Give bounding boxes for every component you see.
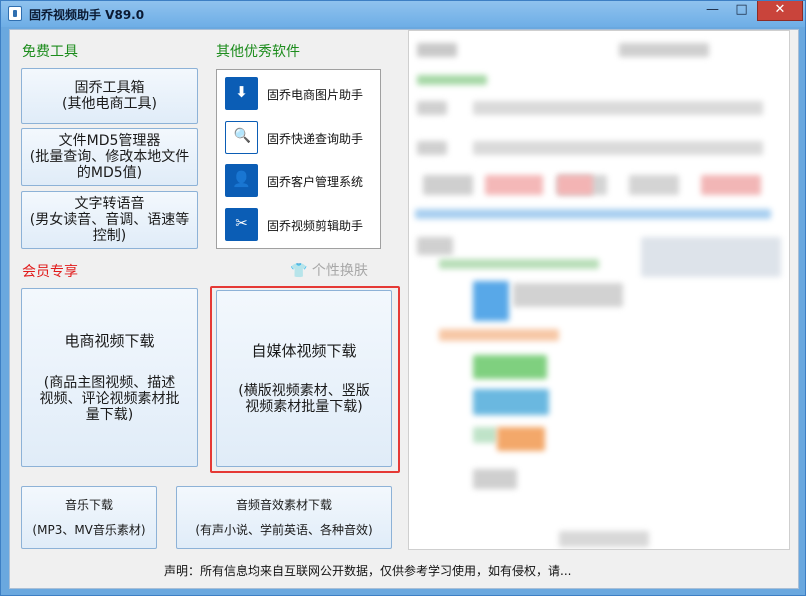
blur-block — [557, 175, 593, 195]
button-label: 音频音效素材下载 — [235, 497, 332, 512]
skin-button[interactable]: 👕 个性换肤 — [290, 260, 368, 280]
free-tools-title: 免费工具 — [22, 44, 78, 60]
other-software-title: 其他优秀软件 — [216, 44, 300, 60]
software-label: 固乔快递查询助手 — [267, 132, 364, 146]
blur-block — [439, 329, 559, 341]
skin-label: 个性换肤 — [311, 263, 368, 279]
software-item-customer[interactable]: 👤 固乔客户管理系统 — [217, 161, 380, 201]
button-sublabel: (其他电商工具) — [62, 96, 157, 112]
blur-block — [417, 141, 447, 155]
blur-block — [497, 427, 545, 451]
blur-block — [415, 209, 771, 219]
blur-block — [619, 43, 709, 57]
button-label: 音乐下载 — [64, 497, 113, 512]
blur-block — [629, 175, 679, 195]
blur-block — [473, 101, 763, 115]
blur-block — [701, 175, 761, 195]
close-button[interactable]: ✕ — [757, 1, 803, 21]
app-icon — [8, 6, 22, 21]
disclaimer-text: 声明：所有信息均来自互联网公开数据，仅供参考学习使用，如有侵权，请... — [164, 564, 572, 578]
blur-block — [473, 355, 547, 379]
button-sublabel: 的MD5值) — [76, 165, 143, 181]
window-title: 固乔视频助手 V89.0 — [29, 8, 145, 22]
button-label: 文件MD5管理器 — [58, 133, 161, 149]
tshirt-icon: 👕 — [290, 263, 308, 279]
button-sublabel: (男女读音、音调、语速等 — [29, 212, 190, 228]
button-sublabel: 控制) — [92, 228, 127, 244]
blur-block — [417, 237, 453, 255]
main-content: 免费工具 固乔工具箱 (其他电商工具) 文件MD5管理器 (批量查询、修改本地文… — [9, 29, 799, 589]
blur-block — [439, 259, 599, 269]
software-label: 固乔客户管理系统 — [267, 175, 364, 189]
software-label: 固乔电商图片助手 — [267, 88, 364, 102]
text-to-speech-button[interactable]: 文字转语音 (男女读音、音调、语速等 控制) — [21, 191, 198, 249]
blur-block — [559, 531, 649, 547]
button-desc: 视频素材批量下载) — [245, 398, 363, 415]
blur-block — [473, 141, 763, 155]
blur-block — [513, 283, 623, 307]
customer-icon: 👤 — [225, 164, 258, 197]
express-search-icon: 🔍 — [225, 121, 258, 154]
md5-manager-button[interactable]: 文件MD5管理器 (批量查询、修改本地文件 的MD5值) — [21, 128, 198, 186]
button-label: 固乔工具箱 — [74, 80, 145, 96]
toolbox-button[interactable]: 固乔工具箱 (其他电商工具) — [21, 68, 198, 124]
minimize-button[interactable]: — — [699, 1, 726, 21]
button-desc: (横版视频素材、竖版 — [238, 382, 370, 399]
maximize-button[interactable]: □ — [728, 1, 755, 21]
software-item-image-helper[interactable]: ⬇ 固乔电商图片助手 — [217, 74, 380, 114]
button-sublabel: (批量查询、修改本地文件 — [29, 149, 190, 165]
title-bar[interactable]: 固乔视频助手 V89.0 — □ ✕ — [1, 1, 805, 27]
button-desc: (MP3、MV音乐素材) — [32, 522, 146, 537]
media-video-download-button[interactable]: 自媒体视频下载 (横版视频素材、竖版 视频素材批量下载) — [216, 290, 392, 467]
blur-block — [641, 237, 781, 277]
button-label: 自媒体视频下载 — [251, 341, 357, 360]
button-label: 电商视频下载 — [64, 331, 155, 350]
software-label: 固乔视频剪辑助手 — [267, 219, 364, 233]
blur-block — [417, 101, 447, 115]
ecommerce-video-download-button[interactable]: 电商视频下载 (商品主图视频、描述 视频、评论视频素材批 量下载) — [21, 288, 198, 467]
blur-block — [473, 281, 509, 321]
button-desc: 视频、评论视频素材批 — [39, 390, 180, 407]
blur-block — [473, 427, 497, 443]
member-title: 会员专享 — [22, 264, 78, 280]
download-icon: ⬇ — [225, 77, 258, 110]
button-desc: (有声小说、学前英语、各种音效) — [195, 522, 373, 537]
blur-block — [485, 175, 543, 195]
blur-block — [473, 389, 549, 415]
blur-block — [473, 469, 517, 489]
button-desc: (商品主图视频、描述 — [43, 374, 176, 391]
software-list: ⬇ 固乔电商图片助手 🔍 固乔快递查询助手 👤 固乔客户管理系统 ✂ 固乔视频剪… — [216, 69, 381, 249]
blur-block — [417, 75, 487, 85]
blur-block — [423, 175, 473, 195]
software-item-video-editor[interactable]: ✂ 固乔视频剪辑助手 — [217, 205, 380, 245]
app-window: 固乔视频助手 V89.0 — □ ✕ 免费工具 固乔工具箱 (其他电商工具) 文… — [0, 0, 806, 596]
preview-panel — [408, 30, 790, 550]
button-label: 文字转语音 — [74, 196, 145, 212]
music-download-button[interactable]: 音乐下载 (MP3、MV音乐素材) — [21, 486, 157, 549]
blur-block — [417, 43, 457, 57]
scissors-icon: ✂ — [225, 208, 258, 241]
software-item-express[interactable]: 🔍 固乔快递查询助手 — [217, 118, 380, 158]
sound-effects-download-button[interactable]: 音频音效素材下载 (有声小说、学前英语、各种音效) — [176, 486, 392, 549]
button-desc: 量下载) — [85, 406, 134, 423]
